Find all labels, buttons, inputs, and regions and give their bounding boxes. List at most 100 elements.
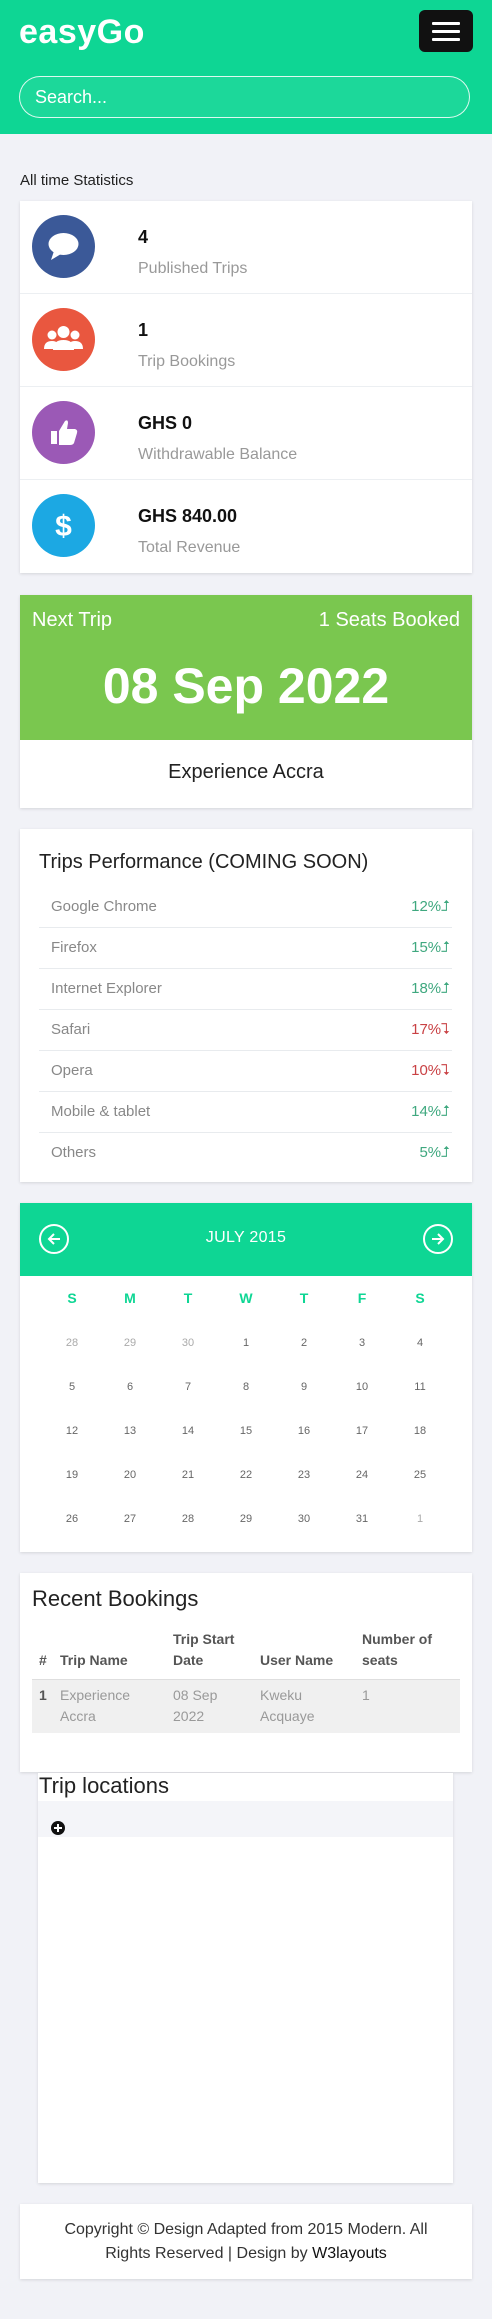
trend-up-icon: ⮥ [441,898,450,915]
calendar-card: JULY 2015 S M T W T F S 28 29 30 1 2 3 4 5 6 7 8 9 10 11 12 13… [20,1203,472,1552]
calendar-weekday: M [124,1290,136,1306]
comment-icon [32,215,95,278]
trend-up-icon: ⮥ [441,1103,450,1120]
calendar-day[interactable]: 23 [289,1469,319,1481]
stats-section-label: All time Statistics [20,172,134,189]
stat-total-revenue: $ GHS 840.00 Total Revenue [20,480,472,573]
next-trip-title: Next Trip [32,609,113,631]
footer-text: Copyright © Design Adapted from 2015 Mod… [64,2221,428,2262]
calendar-day[interactable]: 8 [231,1381,261,1393]
next-trip-card[interactable]: Next Trip 1 Seats Booked 08 Sep 2022 Exp… [20,595,472,808]
dollar-icon: $ [32,494,95,557]
calendar-day[interactable]: 11 [405,1381,435,1393]
performance-value: 12%⮥ [411,898,450,915]
calendar-day[interactable]: 20 [115,1469,145,1481]
menu-bar [432,30,460,33]
arrow-right-icon [432,1233,445,1245]
calendar-day[interactable]: 1 [405,1513,435,1525]
calendar-day[interactable]: 30 [173,1337,203,1349]
calendar-day[interactable]: 9 [289,1381,319,1393]
table-header: User Name [260,1652,334,1668]
brand-logo[interactable]: easyGo [19,13,145,52]
calendar-day[interactable]: 5 [57,1381,87,1393]
performance-value: 15%⮥ [411,939,450,956]
stat-label: Trip Bookings [138,353,236,370]
calendar-day[interactable]: 29 [115,1337,145,1349]
calendar-weekday: F [357,1290,367,1306]
calendar-day[interactable]: 30 [289,1513,319,1525]
calendar-day[interactable]: 3 [347,1337,377,1349]
performance-name: Mobile & tablet [51,1103,151,1120]
performance-title: Trips Performance (COMING SOON) [39,851,369,873]
svg-text:$: $ [55,510,72,543]
top-header: easyGo [0,0,492,134]
footer-link[interactable]: W3layouts [312,2245,387,2262]
calendar-day[interactable]: 17 [347,1425,377,1437]
plus-circle-icon[interactable] [51,1821,65,1835]
next-trip-date: 08 Sep 2022 [102,658,390,714]
stat-label: Withdrawable Balance [138,446,298,463]
calendar-day[interactable]: 27 [115,1513,145,1525]
performance-name: Opera [51,1062,93,1079]
performance-value: 14%⮥ [411,1103,450,1120]
calendar-day[interactable]: 2 [289,1337,319,1349]
table-header: Trip Start Date [173,1631,235,1668]
performance-name: Others [51,1144,97,1161]
table-cell: 08 Sep 2022 [173,1687,218,1724]
calendar-day[interactable]: 28 [173,1513,203,1525]
stats-card: 4 Published Trips 1 Trip Bookings GHS 0 … [20,201,472,573]
trend-up-icon: ⮥ [441,1144,450,1161]
performance-name: Internet Explorer [51,980,162,997]
performance-row: Google Chrome 12%⮥ [39,887,452,928]
calendar-day[interactable]: 22 [231,1469,261,1481]
stat-label: Published Trips [138,260,248,277]
trend-down-icon: ⮧ [441,1062,450,1079]
calendar-day[interactable]: 10 [347,1381,377,1393]
calendar-day[interactable]: 31 [347,1513,377,1525]
calendar-day[interactable]: 26 [57,1513,87,1525]
calendar-day[interactable]: 15 [231,1425,261,1437]
locations-title: Trip locations [39,1773,170,1798]
stat-value: 4 [138,227,149,247]
calendar-day[interactable]: 14 [173,1425,203,1437]
next-trip-header: Next Trip 1 Seats Booked 08 Sep 2022 [20,595,472,740]
performance-row: Others 5%⮥ [39,1133,452,1174]
calendar-weekday: S [67,1290,77,1306]
calendar-day[interactable]: 13 [115,1425,145,1437]
calendar-day[interactable]: 6 [115,1381,145,1393]
menu-toggle-button[interactable] [419,10,473,52]
calendar-weekday: T [299,1290,309,1306]
performance-value: 10%⮧ [411,1062,450,1079]
calendar-day[interactable]: 18 [405,1425,435,1437]
calendar-day[interactable]: 25 [405,1469,435,1481]
search-input[interactable] [19,76,470,118]
table-header: Number of seats [362,1631,432,1668]
calendar-day[interactable]: 1 [231,1337,261,1349]
calendar-header: JULY 2015 [20,1203,472,1276]
table-header: # [39,1652,47,1668]
trend-up-icon: ⮥ [441,939,450,956]
table-cell: 1 [39,1687,47,1703]
calendar-day[interactable]: 7 [173,1381,203,1393]
calendar-day[interactable]: 29 [231,1513,261,1525]
menu-bar [432,38,460,41]
performance-value: 5%⮥ [419,1144,450,1161]
performance-row: Firefox 15%⮥ [39,928,452,969]
stat-value: GHS 0 [138,413,193,433]
calendar-day[interactable]: 12 [57,1425,87,1437]
table-cell: Kweku Acquaye [260,1687,315,1724]
calendar-day[interactable]: 24 [347,1469,377,1481]
performance-name: Safari [51,1021,91,1038]
performance-name: Firefox [51,939,97,956]
calendar-day[interactable]: 16 [289,1425,319,1437]
calendar-day[interactable]: 19 [57,1469,87,1481]
calendar-day[interactable]: 21 [173,1469,203,1481]
trips-performance-card: Trips Performance (COMING SOON) Google C… [20,829,472,1182]
next-trip-name: Experience Accra [168,761,324,783]
stat-label: Total Revenue [138,539,241,556]
stat-trip-bookings: 1 Trip Bookings [20,294,472,387]
stat-published-trips: 4 Published Trips [20,201,472,294]
calendar-day[interactable]: 4 [405,1337,435,1349]
calendar-next-button[interactable] [423,1224,453,1254]
calendar-day[interactable]: 28 [57,1337,87,1349]
